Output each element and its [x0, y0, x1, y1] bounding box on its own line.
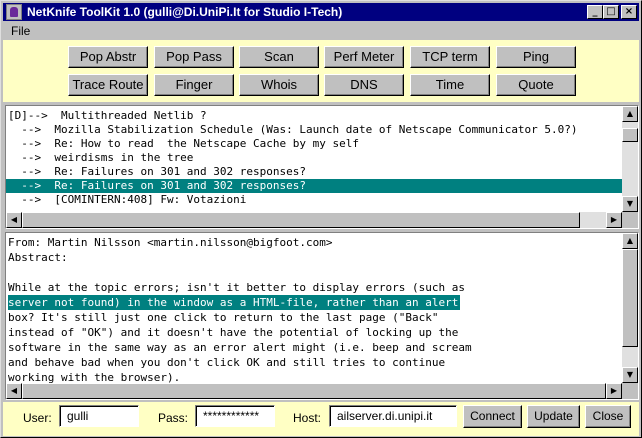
message-line-highlighted: server not found) in the window as a HTM…	[8, 295, 461, 310]
scroll-up-arrow-icon[interactable]: ▲	[622, 233, 638, 249]
list-scroll-thumb[interactable]	[622, 128, 638, 142]
finger-button[interactable]: Finger	[154, 74, 234, 96]
pass-label: Pass:	[158, 411, 189, 425]
minimize-button[interactable]: _	[587, 5, 603, 19]
tcp-term-button[interactable]: TCP term	[410, 46, 490, 68]
body-horizontal-scrollbar[interactable]: ◀ ▶	[6, 383, 622, 399]
tool-panel: Pop Abstr Pop Pass Scan Perf Meter TCP t…	[3, 40, 639, 102]
list-hscroll-thumb[interactable]	[22, 212, 580, 228]
dns-button[interactable]: DNS	[324, 74, 404, 96]
whois-button[interactable]: Whois	[239, 74, 319, 96]
scroll-right-arrow-icon[interactable]: ▶	[606, 212, 622, 228]
body-hscroll-thumb[interactable]	[22, 383, 606, 399]
message-line: instead of "OK") and it doesn't have the…	[8, 326, 459, 339]
scroll-right-arrow-icon[interactable]: ▶	[606, 383, 622, 399]
close-button[interactable]: Close	[585, 405, 631, 428]
pop-abstr-button[interactable]: Pop Abstr	[68, 46, 148, 68]
message-list-rows: [D]--> Multithreaded Netlib ? --> Mozill…	[6, 106, 622, 212]
window-title: NetKnife ToolKit 1.0 (gulli@Di.UniPi.It …	[27, 5, 343, 19]
list-vertical-scrollbar[interactable]: ▲ ▼	[622, 106, 638, 212]
connect-button[interactable]: Connect	[463, 405, 522, 428]
body-vertical-scrollbar[interactable]: ▲ ▼	[622, 233, 638, 383]
scroll-down-arrow-icon[interactable]: ▼	[622, 367, 638, 383]
message-line: box? It's still just one click to return…	[8, 311, 439, 324]
message-line: working with the browser).	[8, 371, 181, 383]
update-button[interactable]: Update	[527, 405, 580, 428]
scroll-corner	[622, 212, 638, 228]
host-label: Host:	[293, 411, 322, 425]
message-line: While at the topic errors; isn't it bett…	[8, 281, 465, 294]
trace-route-button[interactable]: Trace Route	[68, 74, 148, 96]
message-list[interactable]: [D]--> Multithreaded Netlib ? --> Mozill…	[5, 105, 639, 229]
password-field[interactable]	[195, 405, 275, 427]
message-line: Abstract:	[8, 251, 68, 264]
scroll-left-arrow-icon[interactable]: ◀	[6, 383, 22, 399]
body-scroll-thumb[interactable]	[622, 249, 638, 347]
message-list-item[interactable]: --> [COMINTERN:408] Fw: Votazioni	[6, 193, 622, 207]
message-list-item[interactable]: --> Mozilla Stabilization Schedule (Was:…	[6, 123, 622, 137]
message-list-item[interactable]: --> Re: How to read the Netscape Cache b…	[6, 137, 622, 151]
maximize-button[interactable]: □	[603, 5, 619, 19]
pop-pass-button[interactable]: Pop Pass	[154, 46, 234, 68]
scroll-left-arrow-icon[interactable]: ◀	[6, 212, 22, 228]
message-body-panel[interactable]: From: Martin Nilsson <martin.nilsson@big…	[5, 232, 639, 400]
perf-meter-button[interactable]: Perf Meter	[324, 46, 404, 68]
list-horizontal-scrollbar[interactable]: ◀ ▶	[6, 212, 622, 228]
message-line: software in the same way as an error ale…	[8, 341, 472, 354]
scroll-down-arrow-icon[interactable]: ▼	[622, 196, 638, 212]
scroll-corner	[622, 383, 638, 399]
message-line: From: Martin Nilsson <martin.nilsson@big…	[8, 236, 333, 249]
ping-button[interactable]: Ping	[496, 46, 576, 68]
title-bar[interactable]: NetKnife ToolKit 1.0 (gulli@Di.UniPi.It …	[3, 3, 639, 21]
user-field[interactable]	[59, 405, 139, 427]
menu-bar: File	[3, 22, 639, 40]
close-window-button[interactable]: ×	[621, 5, 637, 19]
message-line: and behave bad when you don't click OK a…	[8, 356, 446, 369]
message-body: From: Martin Nilsson <martin.nilsson@big…	[6, 233, 622, 383]
message-list-item[interactable]: [D]--> Multithreaded Netlib ?	[6, 109, 622, 123]
scan-button[interactable]: Scan	[239, 46, 319, 68]
quote-button[interactable]: Quote	[496, 74, 576, 96]
user-label: User:	[23, 411, 52, 425]
app-window: NetKnife ToolKit 1.0 (gulli@Di.UniPi.It …	[0, 0, 642, 438]
time-button[interactable]: Time	[410, 74, 490, 96]
scroll-up-arrow-icon[interactable]: ▲	[622, 106, 638, 122]
menu-file[interactable]: File	[11, 24, 30, 38]
message-list-item[interactable]: --> weirdisms in the tree	[6, 151, 622, 165]
host-field[interactable]	[329, 405, 457, 427]
app-icon[interactable]	[6, 4, 22, 20]
connection-bar: User: Pass: Host: Connect Update Close	[3, 402, 639, 436]
message-list-item[interactable]: --> Re: Failures on 301 and 302 response…	[6, 165, 622, 179]
message-list-item-selected[interactable]: --> Re: Failures on 301 and 302 response…	[6, 179, 622, 193]
